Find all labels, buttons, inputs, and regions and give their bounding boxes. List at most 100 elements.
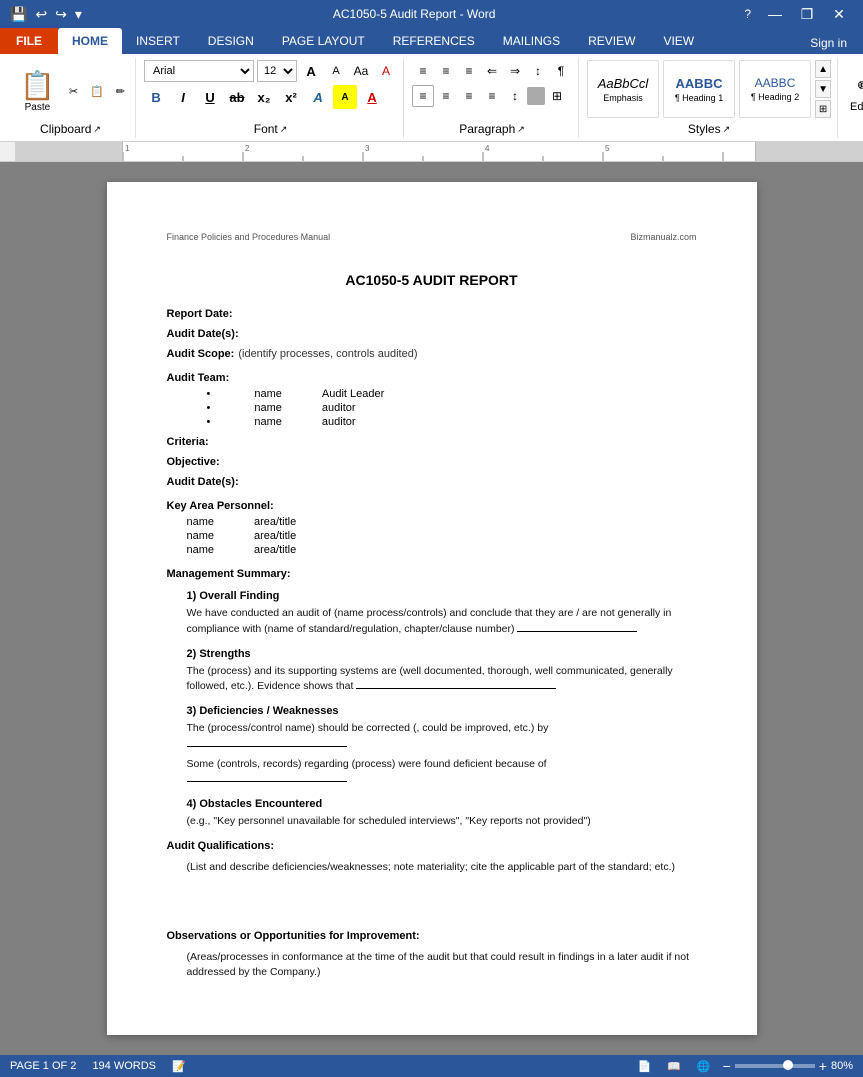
subscript-button[interactable]: x₂ [252, 85, 276, 109]
personnel-3: name area/title [187, 544, 697, 556]
copy-button[interactable]: 📋 [86, 83, 108, 100]
decrease-font-button[interactable]: A [325, 60, 347, 82]
ruler: 1 2 3 4 5 [0, 142, 863, 162]
paste-button[interactable]: 📋 Paste [12, 65, 63, 117]
underline-button[interactable]: U [198, 85, 222, 109]
font-size-select[interactable]: 12 [257, 60, 297, 82]
sign-in-button[interactable]: Sign in [802, 32, 855, 54]
borders-button[interactable]: ⊞ [546, 85, 568, 107]
text-effect-button[interactable]: A [306, 85, 330, 109]
sort-button[interactable]: ↕ [527, 60, 549, 82]
zoom-minus-button[interactable]: − [723, 1058, 731, 1074]
personnel-1-role: area/title [254, 516, 296, 528]
style-heading2[interactable]: AABBC ¶ Heading 2 [739, 60, 811, 118]
word-count-icon[interactable]: 📝 [172, 1060, 186, 1073]
zoom-thumb [783, 1060, 793, 1070]
audit-team-heading: Audit Team: [167, 372, 697, 384]
document-title: AC1050-5 AUDIT REPORT [167, 272, 697, 288]
text-highlight-button[interactable]: A [333, 85, 357, 109]
increase-font-button[interactable]: A [300, 60, 322, 82]
style-emphasis-label: Emphasis [603, 93, 643, 103]
font-name-select[interactable]: Arial [144, 60, 254, 82]
superscript-button[interactable]: x² [279, 85, 303, 109]
tab-page-layout[interactable]: PAGE LAYOUT [268, 28, 379, 54]
tab-references[interactable]: REFERENCES [379, 28, 489, 54]
overall-finding-blank [517, 631, 637, 632]
justify-button[interactable]: ≡ [481, 85, 503, 107]
styles-expand-icon[interactable]: ↗ [723, 124, 731, 135]
help-button[interactable]: ? [744, 7, 751, 21]
tab-file[interactable]: FILE [0, 28, 58, 54]
bullets-button[interactable]: ≡ [412, 60, 434, 82]
tab-insert[interactable]: INSERT [122, 28, 194, 54]
style-scroll-up[interactable]: ▲ [815, 60, 831, 78]
tab-mailings[interactable]: MAILINGS [489, 28, 574, 54]
tab-review[interactable]: REVIEW [574, 28, 649, 54]
member-2-name: name [254, 402, 282, 414]
clear-format-button[interactable]: A [375, 60, 397, 82]
ribbon-group-clipboard: 📋 Paste ✂ 📋 ✏ Clipboard ↗ [6, 58, 136, 138]
svg-text:4: 4 [485, 144, 490, 153]
line-spacing-button[interactable]: ↕ [504, 85, 526, 107]
criteria-field: Criteria: [167, 436, 697, 448]
italic-button[interactable]: I [171, 85, 195, 109]
tab-view[interactable]: VIEW [649, 28, 708, 54]
deficiencies-blank-2 [187, 781, 347, 782]
paragraph-controls: ≡ ≡ ≡ ⇐ ⇒ ↕ ¶ ≡ ≡ ≡ ≡ ↕ ⊞ [412, 60, 572, 107]
zoom-level: 80% [831, 1060, 853, 1072]
style-emphasis[interactable]: AaBbCcl Emphasis [587, 60, 659, 118]
redo-icon[interactable]: ↪ [53, 4, 69, 25]
customize-icon[interactable]: ▾ [73, 4, 84, 25]
view-read-button[interactable]: 📖 [663, 1058, 685, 1075]
decrease-indent-button[interactable]: ⇐ [481, 60, 503, 82]
view-web-button[interactable]: 🌐 [693, 1058, 715, 1075]
cut-button[interactable]: ✂ [65, 83, 82, 100]
undo-icon[interactable]: ↩ [33, 4, 49, 25]
font-expand-icon[interactable]: ↗ [280, 124, 288, 135]
style-heading1[interactable]: AABBC ¶ Heading 1 [663, 60, 735, 118]
ruler-left-margin [15, 142, 123, 161]
multilevel-list-button[interactable]: ≡ [458, 60, 480, 82]
change-case-button[interactable]: Aa [350, 60, 372, 82]
minimize-button[interactable]: — [759, 0, 791, 28]
editing-button[interactable]: ✏ Editing ▾ [850, 73, 863, 124]
numbering-button[interactable]: ≡ [435, 60, 457, 82]
svg-text:3: 3 [365, 144, 370, 153]
bold-button[interactable]: B [144, 85, 168, 109]
view-print-button[interactable]: 📄 [633, 1058, 655, 1075]
paragraph-expand-icon[interactable]: ↗ [517, 124, 525, 135]
increase-indent-button[interactable]: ⇒ [504, 60, 526, 82]
clipboard-label: Clipboard [40, 122, 91, 136]
font-color-button[interactable]: A [360, 85, 384, 109]
member-2-role: auditor [322, 402, 356, 414]
save-icon[interactable]: 💾 [8, 4, 29, 25]
restore-button[interactable]: ❐ [791, 0, 823, 28]
format-painter-button[interactable]: ✏ [112, 83, 129, 100]
align-right-button[interactable]: ≡ [458, 85, 480, 107]
page-info: PAGE 1 OF 2 [10, 1060, 76, 1072]
close-button[interactable]: ✕ [823, 0, 855, 28]
ribbon-group-font: Arial 12 A A Aa A B I U ab x₂ x² A A A [138, 58, 404, 138]
para-row-1: ≡ ≡ ≡ ⇐ ⇒ ↕ ¶ [412, 60, 572, 82]
show-hide-button[interactable]: ¶ [550, 60, 572, 82]
svg-text:2: 2 [245, 144, 250, 153]
zoom-plus-button[interactable]: + [819, 1058, 827, 1074]
style-more[interactable]: ⊞ [815, 100, 831, 118]
audit-team-list: name Audit Leader name auditor name audi… [187, 388, 697, 428]
criteria-label: Criteria: [167, 436, 209, 448]
shading-button[interactable] [527, 87, 545, 105]
clipboard-expand-icon[interactable]: ↗ [93, 124, 101, 135]
align-left-button[interactable]: ≡ [412, 85, 434, 107]
key-personnel-heading: Key Area Personnel: [167, 500, 697, 512]
align-center-button[interactable]: ≡ [435, 85, 457, 107]
ruler-margin-icon [0, 142, 15, 161]
zoom-slider[interactable] [735, 1064, 815, 1068]
audit-qualifications-text: (List and describe deficiencies/weakness… [187, 860, 697, 876]
tab-home[interactable]: HOME [58, 28, 122, 54]
tab-design[interactable]: DESIGN [194, 28, 268, 54]
observations-field: Observations or Opportunities for Improv… [167, 930, 697, 942]
status-bar: PAGE 1 OF 2 194 WORDS 📝 📄 📖 🌐 − + 80% [0, 1055, 863, 1077]
strikethrough-button[interactable]: ab [225, 85, 249, 109]
style-scroll-down[interactable]: ▼ [815, 80, 831, 98]
svg-text:5: 5 [605, 144, 610, 153]
